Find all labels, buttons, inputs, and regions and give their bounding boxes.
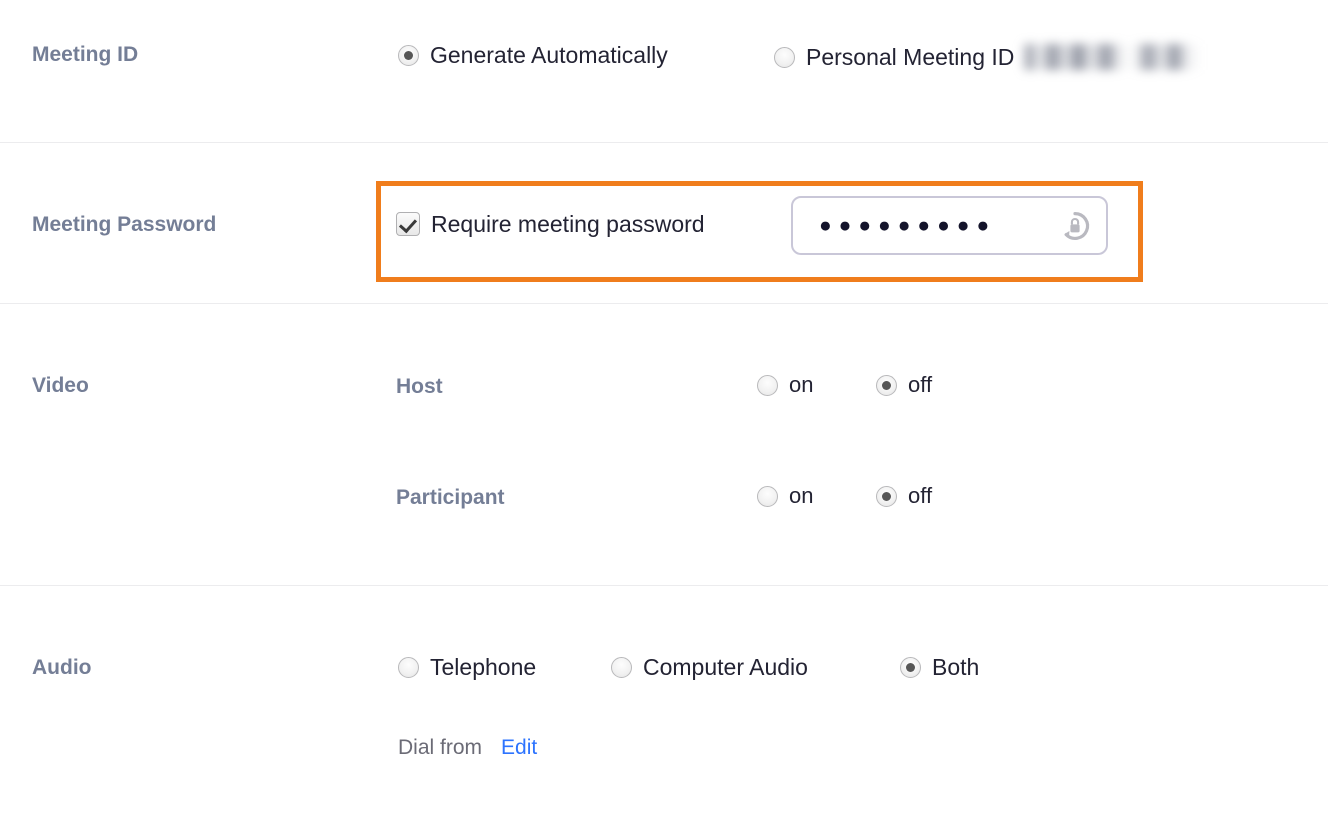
checkbox-require-meeting-password-control[interactable]	[396, 212, 420, 236]
divider-after-video	[0, 585, 1328, 586]
meeting-password-row: Meeting Password Require meeting passwor…	[0, 196, 1328, 255]
checkbox-require-meeting-password[interactable]: Require meeting password	[396, 212, 705, 236]
meeting-settings-form: Meeting ID Generate Automatically Person…	[0, 0, 1328, 813]
radio-audio-telephone[interactable]: Telephone	[398, 656, 536, 679]
radio-audio-telephone-control[interactable]	[398, 657, 419, 678]
video-participant-label: Participant	[396, 486, 505, 509]
radio-video-host-on-control[interactable]	[757, 374, 778, 396]
radio-generate-automatically[interactable]: Generate Automatically	[398, 44, 668, 67]
radio-video-participant-on[interactable]: on	[757, 485, 813, 507]
audio-row: Audio Telephone Computer Audio Both Dial…	[0, 656, 1328, 759]
radio-personal-meeting-id-label: Personal Meeting ID	[806, 43, 1015, 70]
meeting-password-masked-value: ●●●●●●●●●	[819, 214, 997, 237]
meeting-id-row: Meeting ID Generate Automatically Person…	[0, 43, 1328, 70]
radio-audio-telephone-label: Telephone	[430, 654, 537, 680]
radio-personal-meeting-id-control[interactable]	[774, 46, 795, 68]
dial-from-group: Dial from Edit	[398, 737, 537, 758]
meeting-id-label: Meeting ID	[32, 43, 139, 66]
radio-generate-automatically-label: Generate Automatically	[430, 42, 668, 68]
radio-audio-both[interactable]: Both	[900, 656, 979, 679]
radio-video-host-off-label: off	[908, 372, 933, 397]
radio-video-host-off-control[interactable]	[876, 374, 897, 396]
video-label: Video	[32, 374, 89, 397]
radio-video-participant-on-control[interactable]	[757, 485, 778, 507]
dial-from-label: Dial from	[398, 736, 483, 759]
lock-refresh-icon[interactable]	[1058, 209, 1092, 243]
radio-audio-computer-audio-label: Computer Audio	[643, 654, 808, 680]
radio-audio-both-control[interactable]	[900, 657, 921, 678]
divider-after-meeting-id	[0, 142, 1328, 143]
dial-from-edit-link[interactable]: Edit	[501, 737, 537, 758]
radio-video-participant-off[interactable]: off	[876, 485, 932, 507]
radio-video-host-on[interactable]: on	[757, 374, 813, 396]
radio-video-participant-off-control[interactable]	[876, 485, 897, 507]
radio-video-participant-on-label: on	[789, 483, 814, 508]
personal-meeting-id-redacted-value	[1022, 44, 1203, 70]
radio-video-participant-off-label: off	[908, 483, 933, 508]
video-row: Video Host on off Participant on off	[0, 374, 1328, 509]
radio-video-host-off[interactable]: off	[876, 374, 932, 396]
video-host-label: Host	[396, 375, 443, 398]
radio-generate-automatically-control[interactable]	[398, 45, 419, 66]
radio-audio-both-label: Both	[932, 654, 980, 680]
radio-audio-computer-audio[interactable]: Computer Audio	[611, 656, 808, 679]
radio-audio-computer-audio-control[interactable]	[611, 657, 632, 678]
checkbox-require-meeting-password-label: Require meeting password	[431, 210, 705, 237]
meeting-password-label: Meeting Password	[32, 213, 217, 236]
divider-after-meeting-password	[0, 303, 1328, 304]
meeting-password-input[interactable]: ●●●●●●●●●	[791, 196, 1108, 255]
radio-video-host-on-label: on	[789, 372, 814, 397]
audio-label: Audio	[32, 656, 92, 679]
radio-personal-meeting-id[interactable]: Personal Meeting ID	[774, 43, 1203, 70]
